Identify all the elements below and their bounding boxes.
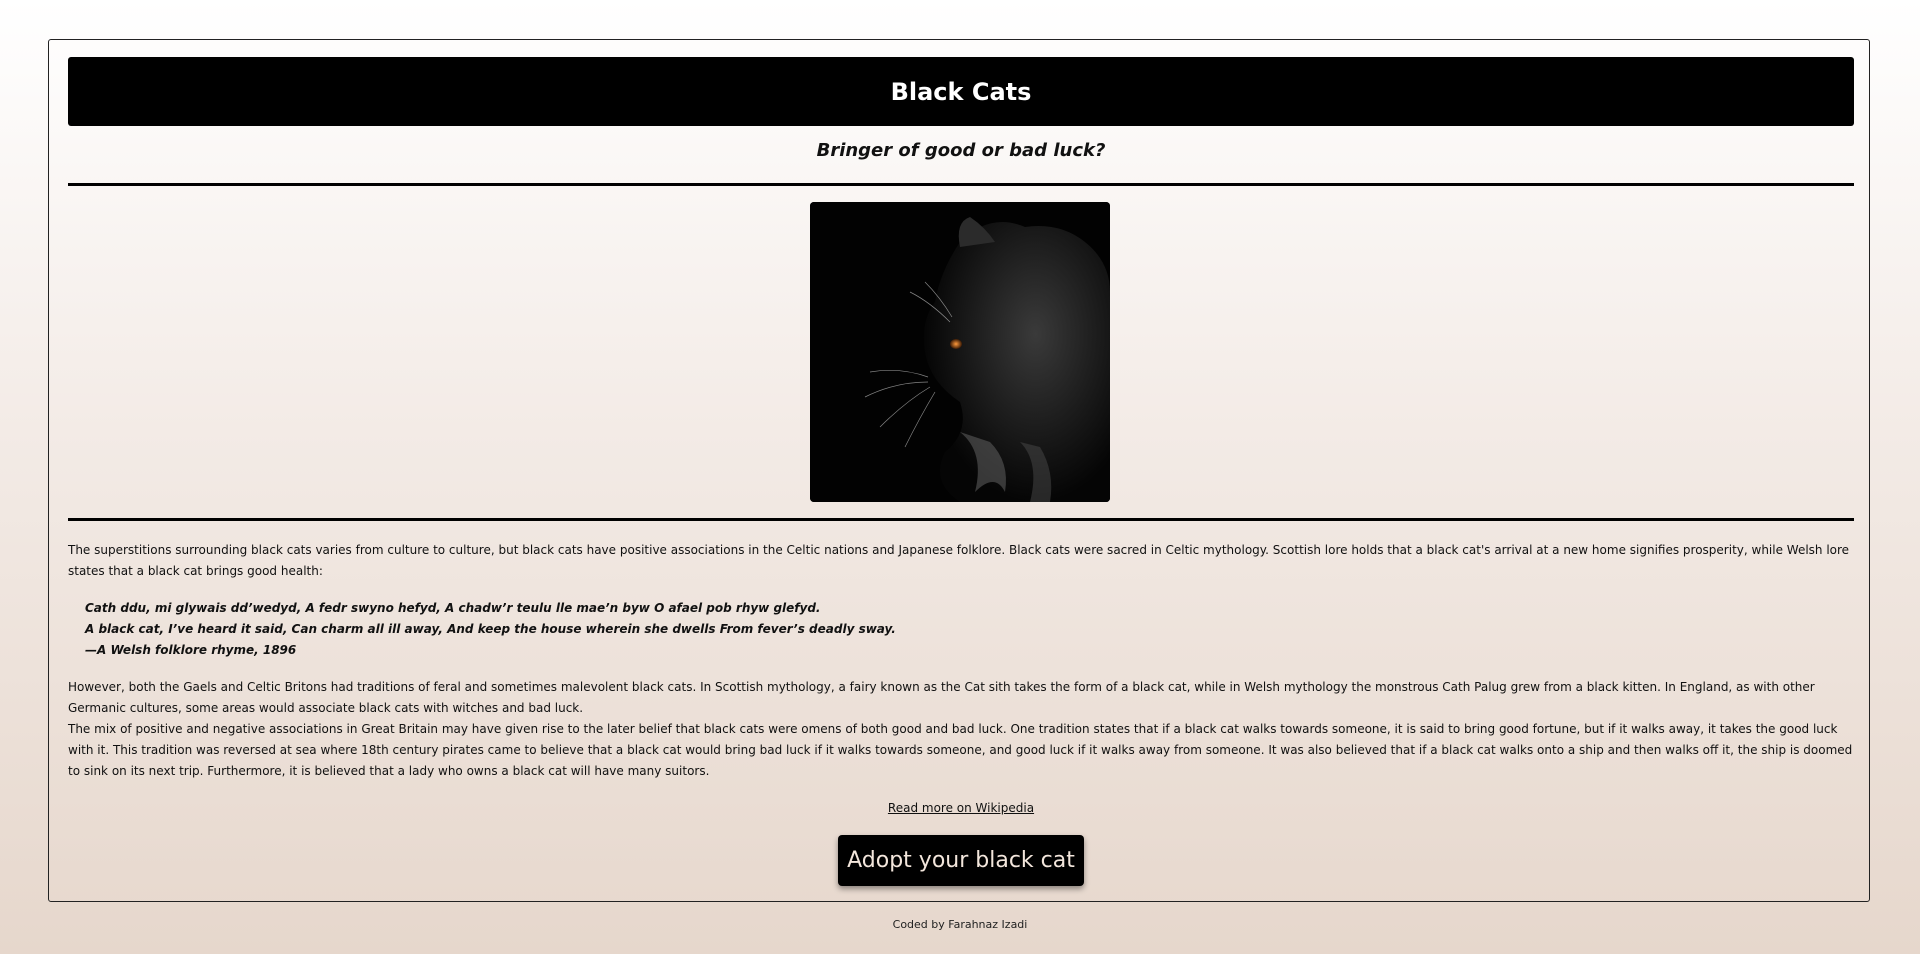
welsh-rhyme-quote: Cath ddu, mi glywais dd’wedyd, A fedr sw… — [85, 598, 1854, 661]
black-cat-photo — [810, 202, 1110, 502]
main-card: Black Cats Bringer of good or bad luck? — [48, 39, 1870, 902]
page-title: Black Cats — [890, 77, 1032, 106]
quote-line-english: A black cat, I’ve heard it said, Can cha… — [85, 622, 896, 636]
quote-attribution: —A Welsh folklore rhyme, 1896 — [85, 643, 297, 657]
quote-line-welsh: Cath ddu, mi glywais dd’wedyd, A fedr sw… — [85, 601, 821, 615]
wikipedia-link[interactable]: Read more on Wikipedia — [888, 801, 1034, 815]
divider-bottom — [68, 518, 1854, 521]
read-more-container: Read more on Wikipedia — [68, 801, 1854, 815]
paragraph-gaels: However, both the Gaels and Celtic Brito… — [68, 680, 1815, 715]
title-banner: Black Cats — [68, 57, 1854, 126]
adopt-button[interactable]: Adopt your black cat — [838, 835, 1084, 886]
page-subtitle: Bringer of good or bad luck? — [816, 140, 1106, 161]
intro-paragraph: The superstitions surrounding black cats… — [68, 543, 1850, 578]
footer-credit: Coded by Farahnaz Izadi — [892, 918, 1028, 931]
paragraph-britain: The mix of positive and negative associa… — [68, 722, 1853, 778]
divider-top — [68, 183, 1854, 186]
article-body: The superstitions surrounding black cats… — [68, 540, 1854, 782]
